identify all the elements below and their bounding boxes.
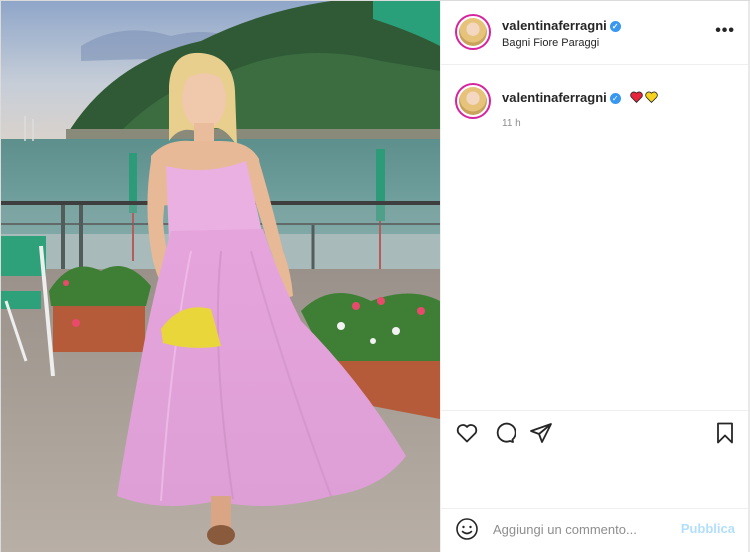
action-bar	[441, 410, 749, 508]
post-photo-illustration	[1, 1, 440, 552]
author-avatar[interactable]	[455, 14, 491, 50]
heart-yellow-icon	[645, 91, 659, 103]
caption-area: valentinaferragni ✓ 11 h	[441, 65, 749, 410]
caption-line: valentinaferragni ✓	[502, 90, 659, 105]
post-header: valentinaferragni ✓ Bagni Fiore Paraggi •…	[441, 1, 749, 65]
verified-badge-icon: ✓	[609, 21, 621, 32]
comment-bar: Pubblica	[441, 508, 749, 552]
share-icon[interactable]	[529, 421, 553, 445]
publish-button[interactable]: Pubblica	[681, 521, 735, 536]
post-side-panel: valentinaferragni ✓ Bagni Fiore Paraggi •…	[440, 1, 749, 552]
bookmark-icon[interactable]	[713, 421, 737, 445]
smiley-icon[interactable]	[455, 517, 479, 541]
author-username-wrap: valentinaferragni ✓	[502, 18, 621, 33]
comment-icon[interactable]	[492, 421, 517, 445]
verified-badge-icon: ✓	[609, 93, 621, 104]
caption-username[interactable]: valentinaferragni	[502, 90, 607, 105]
heart-icon[interactable]	[455, 421, 479, 445]
post-time[interactable]: 11 h	[502, 118, 521, 129]
author-username[interactable]: valentinaferragni	[502, 18, 607, 33]
comment-input[interactable]	[493, 517, 673, 541]
post-location[interactable]: Bagni Fiore Paraggi	[502, 37, 599, 49]
post-photo[interactable]	[1, 1, 440, 552]
instagram-post-frame: valentinaferragni ✓ Bagni Fiore Paraggi •…	[0, 0, 750, 552]
heart-red-icon	[630, 91, 644, 103]
more-horizontal-icon[interactable]: •••	[715, 23, 735, 39]
caption-avatar[interactable]	[455, 83, 491, 119]
